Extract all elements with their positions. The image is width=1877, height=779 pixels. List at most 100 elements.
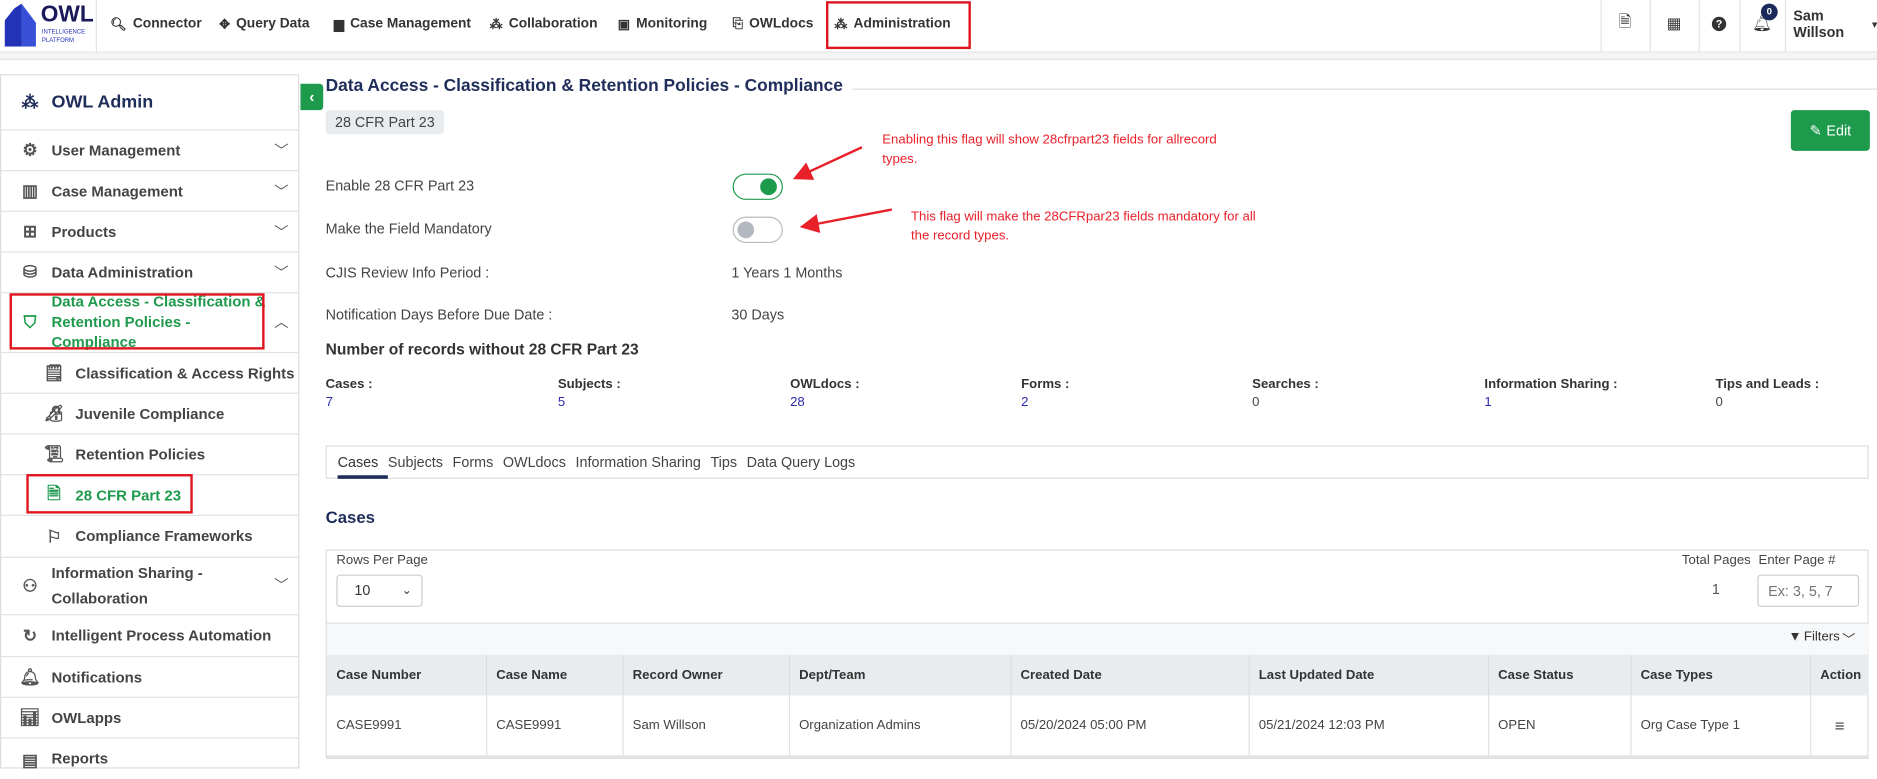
sidebar-item-ipa[interactable]: ↻ Intelligent Process Automation [1, 615, 300, 658]
case-icon: ▆ [333, 17, 345, 32]
sidebar-item-case-management[interactable]: ▥ Case Management ﹀ [1, 171, 300, 212]
stat-label: Information Sharing : [1484, 377, 1618, 392]
chevron-down-icon: ﹀ [1842, 633, 1856, 648]
nav-connector[interactable]: 🔍︎ Connector [110, 0, 202, 48]
nav-case-management[interactable]: ▆ Case Management [334, 0, 471, 48]
sidebar-item-products[interactable]: ⊞ Products ﹀ [1, 212, 300, 253]
notification-badge: 0 [1760, 3, 1778, 21]
move-icon: ✥ [219, 17, 231, 32]
total-pages-label: Total Pages [1681, 553, 1751, 568]
created-date-cell: 05/20/2024 05:00 PM [1010, 695, 1250, 758]
column-header[interactable]: Record Owner [622, 654, 790, 696]
chevron-down-icon: ﹀ [274, 183, 289, 200]
filters-button[interactable]: ▼ Filters ﹀ [1788, 630, 1855, 649]
stat-value-subjects[interactable]: 5 [558, 395, 565, 409]
stat-label: Forms : [1021, 377, 1070, 392]
column-header[interactable]: Case Types [1630, 654, 1811, 696]
records-heading: Number of records without 28 CFR Part 23 [325, 339, 639, 358]
certificate-icon[interactable]: 🗎 [1601, 0, 1650, 48]
sidebar-item-retention[interactable]: 📜︎ Retention Policies [1, 435, 300, 476]
column-header[interactable]: Case Name [486, 654, 624, 696]
sidebar-item-data-administration[interactable]: ⛁ Data Administration ﹀ [1, 253, 300, 294]
user-menu[interactable]: Sam Willson ▾ [1793, 0, 1877, 48]
page-title: Data Access - Classification & Retention… [325, 76, 843, 96]
column-header[interactable]: Created Date [1010, 654, 1250, 696]
chevron-down-icon: ﹀ [274, 223, 289, 241]
chart-icon: 📊︎ [19, 707, 41, 727]
cjis-label: CJIS Review Info Period : [325, 264, 490, 282]
nav-collaboration[interactable]: ⁂ Collaboration [490, 0, 598, 48]
enable-label: Enable 28 CFR Part 23 [325, 177, 475, 194]
column-header[interactable]: Last Updated Date [1248, 654, 1489, 696]
process-icon: ↻ [22, 625, 37, 645]
flag-icon: ⚐ [46, 526, 62, 546]
sidebar-item-compliance-frameworks[interactable]: ⚐ Compliance Frameworks [1, 516, 300, 558]
mandatory-toggle[interactable] [732, 216, 783, 244]
doc-icon: ⎘ [732, 16, 744, 31]
column-header[interactable]: Case Status [1487, 654, 1632, 696]
users-gear-icon: ⚙ [22, 140, 38, 160]
stat-value-information-sharing[interactable]: 1 [1484, 395, 1491, 409]
books-icon: ▥ [21, 180, 38, 200]
filter-bar [326, 622, 1869, 655]
help-icon[interactable]: ? [1699, 0, 1740, 48]
sidebar-item-user-management[interactable]: ⚙ User Management ﹀ [1, 130, 300, 172]
nav-query-data[interactable]: ✥ Query Data [219, 0, 309, 48]
sidebar-item-notifications[interactable]: 🔔︎ Notifications [1, 657, 300, 698]
highlight-box [9, 293, 265, 350]
database-icon: ⛁ [22, 262, 37, 282]
stat-value-owldocs[interactable]: 28 [790, 395, 805, 409]
chevron-down-icon: ﹀ [274, 264, 289, 282]
filter-icon: ▼ [1788, 629, 1802, 645]
tab-subjects[interactable]: Subjects [388, 446, 453, 478]
tab-cases[interactable]: Cases [337, 446, 388, 479]
lock-document-icon: 🔏︎ [43, 403, 65, 423]
rows-per-page-select[interactable]: 10 ⌄ [336, 574, 423, 607]
stat-value-forms[interactable]: 2 [1021, 395, 1028, 409]
column-header[interactable]: Case Number [326, 654, 487, 696]
document-list-icon: 🗒︎ [43, 362, 65, 382]
tab-data-query-logs[interactable]: Data Query Logs [747, 446, 865, 478]
sidebar-item-juvenile[interactable]: 🔏︎ Juvenile Compliance [1, 394, 300, 435]
report-icon: ▤ [21, 750, 38, 770]
sidebar: ⁂ OWL Admin ⚙ User Management ﹀ ▥ Case Manag… [0, 74, 300, 770]
last-updated-cell: 05/21/2024 12:03 PM [1248, 695, 1489, 758]
stat-label: Subjects : [557, 377, 621, 392]
stat-value-searches: 0 [1252, 395, 1260, 410]
tab-owldocs[interactable]: OWLdocs [503, 446, 576, 478]
rows-per-page-label: Rows Per Page [336, 553, 428, 568]
highlight-box [26, 474, 193, 514]
enable-28cfr-toggle[interactable] [732, 173, 783, 200]
calendar-icon[interactable]: ▦ [1650, 0, 1699, 48]
sidebar-item-information-sharing[interactable]: ⚇ Information Sharing - Collaboration ﹀ [1, 558, 300, 616]
tab-forms[interactable]: Forms [453, 446, 503, 478]
tab-information-sharing[interactable]: Information Sharing [575, 446, 710, 478]
collapse-sidebar-button[interactable]: ‹ [300, 83, 324, 111]
owl-logo[interactable]: OWL INTELLIGENCE PLATFORM [2, 2, 95, 47]
notification-days-label: Notification Days Before Due Date : [325, 306, 553, 324]
monitor-icon: ▣ [617, 17, 631, 32]
section-title: Cases [325, 507, 376, 527]
chevron-down-icon: ﹀ [274, 577, 289, 594]
chevron-up-icon: ︿ [274, 313, 289, 331]
users-gear-icon: ⁂ [21, 92, 39, 112]
edit-button[interactable]: ✎ Edit [1790, 110, 1870, 151]
stat-value-cases[interactable]: 7 [326, 395, 333, 409]
column-header[interactable]: Dept/Team [788, 654, 1011, 696]
cjis-value: 1 Years 1 Months [731, 264, 843, 282]
sidebar-item-classification[interactable]: 🗒︎ Classification & Access Rights [1, 353, 300, 394]
page-number-input[interactable] [1757, 574, 1860, 607]
annotation-arrows [792, 146, 893, 233]
chevron-down-icon: ﹀ [274, 142, 289, 160]
case-types-cell: Org Case Type 1 [1630, 695, 1811, 758]
nav-monitoring[interactable]: ▣ Monitoring [618, 0, 708, 48]
stat-label: Tips and Leads : [1715, 377, 1820, 392]
stat-label: Cases : [325, 377, 373, 392]
nav-owldocs[interactable]: ⎘ OWLdocs [733, 0, 814, 48]
tab-tips[interactable]: Tips [710, 446, 746, 478]
pencil-icon: ✎ [1809, 122, 1822, 139]
sidebar-item-owlapps[interactable]: 📊︎ OWLapps [1, 698, 300, 739]
column-header: Action [1810, 654, 1869, 696]
action-menu-icon[interactable]: ≡ [1810, 695, 1869, 758]
cases-table: Case Number Case Name Record Owner Dept/… [326, 654, 1869, 758]
